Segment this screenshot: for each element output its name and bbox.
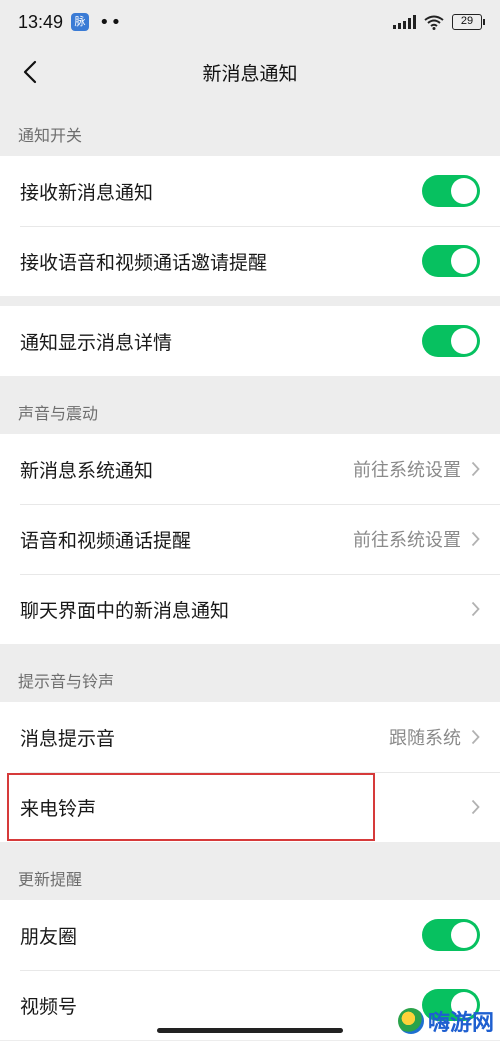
section-header-notify-switch: 通知开关 [18,126,83,145]
watermark: 嗨游网 [397,1005,494,1037]
group-sound-vibration: 新消息系统通知 前往系统设置 语音和视频通话提醒 前往系统设置 聊天界面中的新消… [0,434,500,644]
toggle-knob [451,328,477,354]
toggle-knob [451,248,477,274]
chevron-right-icon [471,531,480,547]
row-chat-notification[interactable]: 聊天界面中的新消息通知 [0,574,500,644]
group-notify-switch: 接收新消息通知 接收语音和视频通话邀请提醒 [0,156,500,296]
row-call-reminder[interactable]: 语音和视频通话提醒 前往系统设置 [0,504,500,574]
toggle-knob [451,178,477,204]
section-header-update-reminder: 更新提醒 [18,870,83,889]
row-label: 语音和视频通话提醒 [20,529,192,552]
chevron-left-icon [23,60,37,84]
row-value: 前往系统设置 [353,460,461,481]
chevron-right-icon [471,461,480,477]
status-bar: 13:49 脉 •• 29 [0,0,500,44]
row-receive-new-msg: 接收新消息通知 [0,156,500,226]
chevron-right-icon [471,601,480,617]
watermark-text: 嗨游网 [427,1010,494,1035]
row-label: 朋友圈 [20,925,78,948]
row-label: 聊天界面中的新消息通知 [20,599,230,622]
section-header-tone-ringtone: 提示音与铃声 [18,672,115,691]
toggle-moments[interactable] [422,919,480,951]
row-voice-video-invite: 接收语音和视频通话邀请提醒 [0,226,500,296]
row-sys-notification[interactable]: 新消息系统通知 前往系统设置 [0,434,500,504]
row-value: 跟随系统 [389,728,461,749]
app-badge-icon: 脉 [71,13,90,31]
row-label: 接收新消息通知 [20,181,154,204]
toggle-receive-new-msg[interactable] [422,175,480,207]
group-show-detail: 通知显示消息详情 [0,306,500,376]
status-dots: •• [99,11,123,33]
nav-bar: 新消息通知 [0,44,500,100]
status-icons: 29 [393,14,485,30]
toggle-knob [451,922,477,948]
toggle-show-msg-detail[interactable] [422,325,480,357]
row-ringtone[interactable]: 来电铃声 [0,772,500,842]
group-tone-ringtone: 消息提示音 跟随系统 来电铃声 [0,702,500,842]
toggle-voice-video-invite[interactable] [422,245,480,277]
home-indicator[interactable] [157,1028,343,1033]
status-time: 13:49 [18,11,64,32]
row-moments: 朋友圈 [0,900,500,970]
back-button[interactable] [10,52,50,92]
row-label: 消息提示音 [20,727,116,750]
chevron-right-icon [471,729,480,745]
row-label: 通知显示消息详情 [20,331,173,354]
row-label: 接收语音和视频通话邀请提醒 [20,251,268,274]
chevron-right-icon [471,799,480,815]
wifi-icon [424,15,444,30]
row-msg-tone[interactable]: 消息提示音 跟随系统 [0,702,500,772]
row-label: 来电铃声 [20,797,97,820]
watermark-logo-icon [397,1008,424,1034]
battery-icon: 29 [452,14,485,30]
section-header-sound-vibration: 声音与震动 [18,404,99,423]
signal-icon [393,15,416,29]
row-show-msg-detail: 通知显示消息详情 [0,306,500,376]
row-label: 视频号 [20,995,78,1018]
row-label: 新消息系统通知 [20,459,154,482]
page-title: 新消息通知 [202,62,298,85]
row-value: 前往系统设置 [353,530,461,551]
